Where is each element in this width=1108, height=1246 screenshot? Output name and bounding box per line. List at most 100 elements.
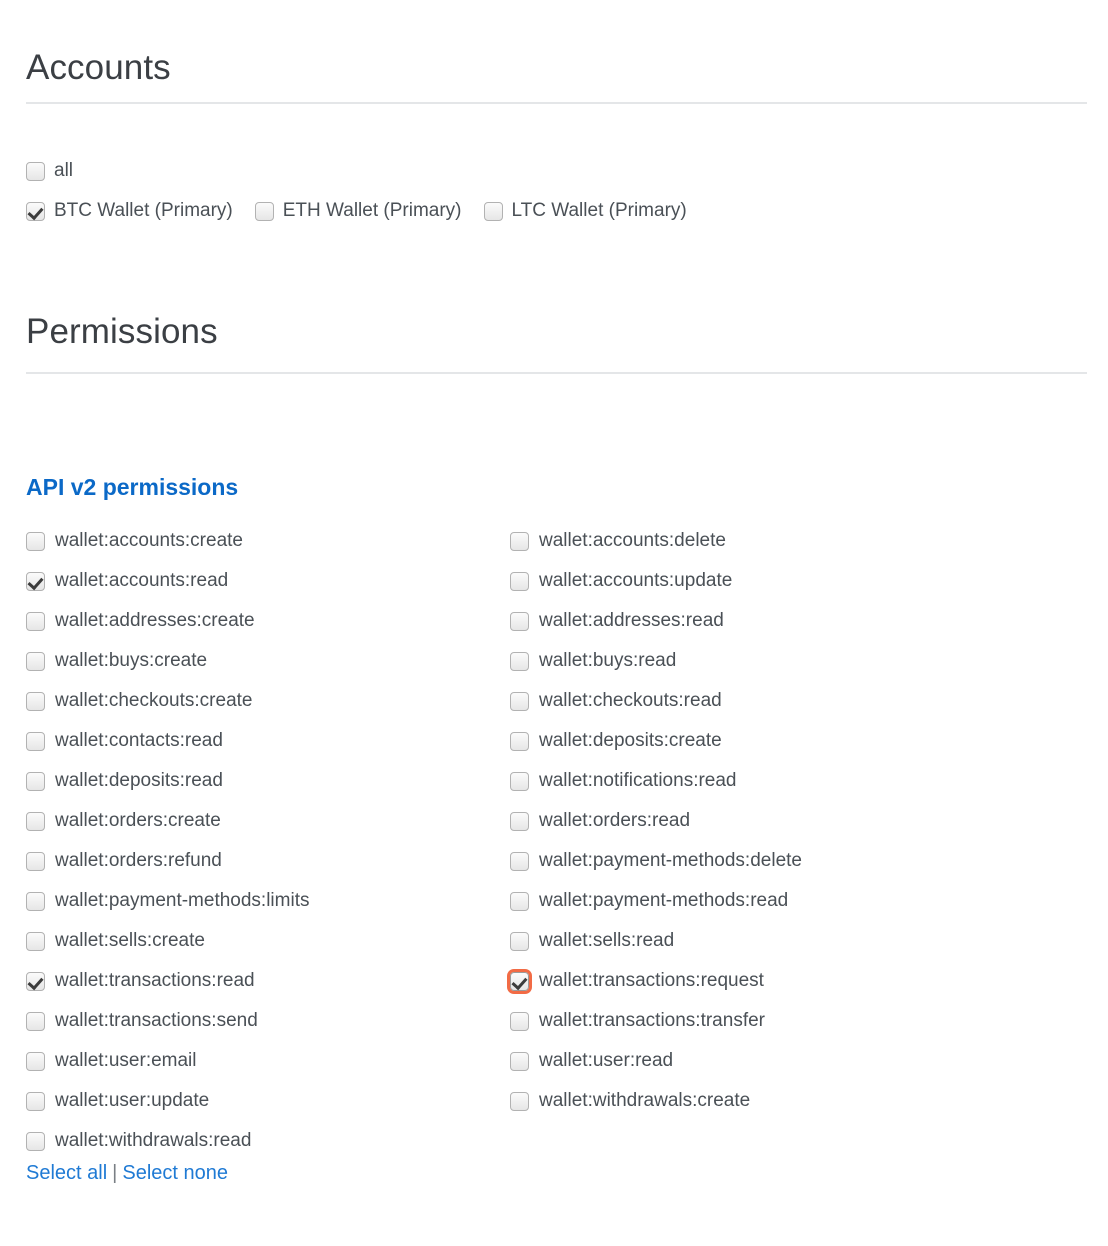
permission-row[interactable]: wallet:transactions:send xyxy=(26,1001,309,1041)
permission-row[interactable]: wallet:transactions:request xyxy=(507,961,802,1001)
permission-row[interactable]: wallet:accounts:update xyxy=(510,561,802,601)
checkbox-permission[interactable] xyxy=(510,651,529,671)
permission-label: wallet:deposits:read xyxy=(55,770,223,791)
checkbox-account[interactable] xyxy=(254,201,274,221)
permission-label: wallet:deposits:create xyxy=(539,730,722,751)
permission-row[interactable]: wallet:checkouts:read xyxy=(510,681,802,721)
api-v2-permissions-heading: API v2 permissions xyxy=(26,474,239,501)
permission-label: wallet:payment-methods:limits xyxy=(55,890,310,911)
account-option-label: LTC Wallet (Primary) xyxy=(511,200,687,221)
checkbox-permission[interactable] xyxy=(26,771,45,791)
permissions-section-title: Permissions xyxy=(26,312,218,352)
permission-label: wallet:transactions:read xyxy=(55,970,255,991)
permission-row[interactable]: wallet:contacts:read xyxy=(26,721,309,761)
permission-row[interactable]: wallet:accounts:delete xyxy=(510,521,802,561)
select-none-link[interactable]: Select none xyxy=(122,1162,228,1184)
permission-row[interactable]: wallet:sells:create xyxy=(26,921,309,961)
account-option[interactable]: BTC Wallet (Primary) xyxy=(26,200,233,222)
checkbox-permission[interactable] xyxy=(26,1051,45,1071)
permission-label: wallet:contacts:read xyxy=(55,730,223,751)
permission-row[interactable]: wallet:user:update xyxy=(26,1081,309,1121)
checkbox-permission[interactable] xyxy=(26,851,45,871)
permission-label: wallet:addresses:create xyxy=(55,610,255,631)
checkbox-permission[interactable] xyxy=(510,931,529,951)
checkbox-permission[interactable] xyxy=(26,1011,45,1031)
permission-row[interactable]: wallet:buys:create xyxy=(26,641,309,681)
account-option[interactable]: LTC Wallet (Primary) xyxy=(483,200,687,222)
permission-row[interactable]: wallet:addresses:create xyxy=(26,601,309,641)
checkbox-account[interactable] xyxy=(483,201,503,221)
permission-label: wallet:withdrawals:read xyxy=(55,1130,252,1151)
permission-row[interactable]: wallet:deposits:read xyxy=(26,761,309,801)
checkbox-permission[interactable] xyxy=(26,891,45,911)
permission-row[interactable]: wallet:payment-methods:read xyxy=(510,881,802,921)
permission-row[interactable]: wallet:transactions:transfer xyxy=(510,1001,802,1041)
permission-row[interactable]: wallet:payment-methods:limits xyxy=(26,881,309,921)
permission-label: wallet:withdrawals:create xyxy=(539,1090,751,1111)
permission-label: wallet:transactions:request xyxy=(539,970,764,991)
permission-label: wallet:accounts:read xyxy=(55,570,229,591)
permission-row[interactable]: wallet:buys:read xyxy=(510,641,802,681)
checkbox-permission[interactable] xyxy=(510,571,529,591)
checkbox-permission[interactable] xyxy=(510,891,529,911)
checkbox-permission[interactable] xyxy=(26,651,45,671)
accounts-divider xyxy=(26,102,1087,104)
account-option-all[interactable]: all xyxy=(26,160,73,182)
checkbox-permission[interactable] xyxy=(26,691,45,711)
permission-row[interactable]: wallet:orders:create xyxy=(26,801,309,841)
permission-row[interactable]: wallet:sells:read xyxy=(510,921,802,961)
checkbox-permission[interactable] xyxy=(26,931,45,951)
checkbox-permission[interactable] xyxy=(510,771,529,791)
permissions-divider xyxy=(26,372,1087,374)
permission-row[interactable]: wallet:notifications:read xyxy=(510,761,802,801)
permission-row[interactable]: wallet:orders:read xyxy=(510,801,802,841)
checkbox-permission[interactable] xyxy=(26,1091,45,1111)
checkbox-permission[interactable] xyxy=(510,1091,529,1111)
permission-row[interactable]: wallet:transactions:read xyxy=(26,961,309,1001)
permission-row[interactable]: wallet:withdrawals:read xyxy=(26,1121,309,1161)
permission-row[interactable]: wallet:accounts:read xyxy=(26,561,309,601)
permission-label: wallet:buys:read xyxy=(539,650,677,671)
checkbox-permission[interactable] xyxy=(510,811,529,831)
permission-row[interactable]: wallet:user:email xyxy=(26,1041,309,1081)
permission-row[interactable]: wallet:orders:refund xyxy=(26,841,309,881)
checkbox-permission[interactable] xyxy=(510,1051,529,1071)
checkbox-permission[interactable] xyxy=(510,611,529,631)
account-option-label: ETH Wallet (Primary) xyxy=(282,200,462,221)
checkbox-permission[interactable] xyxy=(26,571,45,591)
permission-row[interactable]: wallet:checkouts:create xyxy=(26,681,309,721)
checkbox-permission[interactable] xyxy=(510,691,529,711)
permission-label: wallet:addresses:read xyxy=(539,610,724,631)
permission-row[interactable]: wallet:withdrawals:create xyxy=(510,1081,802,1121)
permission-label: wallet:orders:read xyxy=(539,810,691,831)
checkbox-permission[interactable] xyxy=(26,611,45,631)
account-option[interactable]: ETH Wallet (Primary) xyxy=(254,200,462,222)
checkbox-permission[interactable] xyxy=(26,971,45,991)
permission-row[interactable]: wallet:payment-methods:delete xyxy=(510,841,802,881)
checkbox-permission[interactable] xyxy=(510,851,529,871)
permission-label: wallet:accounts:delete xyxy=(539,530,726,551)
permission-label: wallet:transactions:send xyxy=(55,1010,258,1031)
checkbox-permission[interactable] xyxy=(26,811,45,831)
checkbox-permission[interactable] xyxy=(26,731,45,751)
permission-label: wallet:user:update xyxy=(55,1090,210,1111)
checkbox-permission[interactable] xyxy=(510,731,529,751)
checkbox-permission[interactable] xyxy=(26,531,45,551)
permission-row[interactable]: wallet:deposits:create xyxy=(510,721,802,761)
checkbox-permission[interactable] xyxy=(507,968,532,994)
permission-row[interactable]: wallet:accounts:create xyxy=(26,521,309,561)
permission-label: wallet:payment-methods:read xyxy=(539,890,789,911)
checkbox-permission[interactable] xyxy=(510,531,529,551)
permission-label: wallet:user:email xyxy=(55,1050,197,1071)
permissions-column-right: wallet:accounts:delete wallet:accounts:up… xyxy=(507,521,802,1121)
permission-label: wallet:sells:read xyxy=(539,930,675,951)
checkbox-account-all[interactable] xyxy=(26,161,45,181)
permission-label: wallet:checkouts:read xyxy=(539,690,722,711)
checkbox-account[interactable] xyxy=(26,201,45,221)
select-all-link[interactable]: Select all xyxy=(26,1162,107,1184)
permission-row[interactable]: wallet:user:read xyxy=(510,1041,802,1081)
checkbox-permission[interactable] xyxy=(510,1011,529,1031)
permission-row[interactable]: wallet:addresses:read xyxy=(510,601,802,641)
checkbox-permission[interactable] xyxy=(26,1131,45,1151)
permission-label: wallet:accounts:update xyxy=(539,570,733,591)
